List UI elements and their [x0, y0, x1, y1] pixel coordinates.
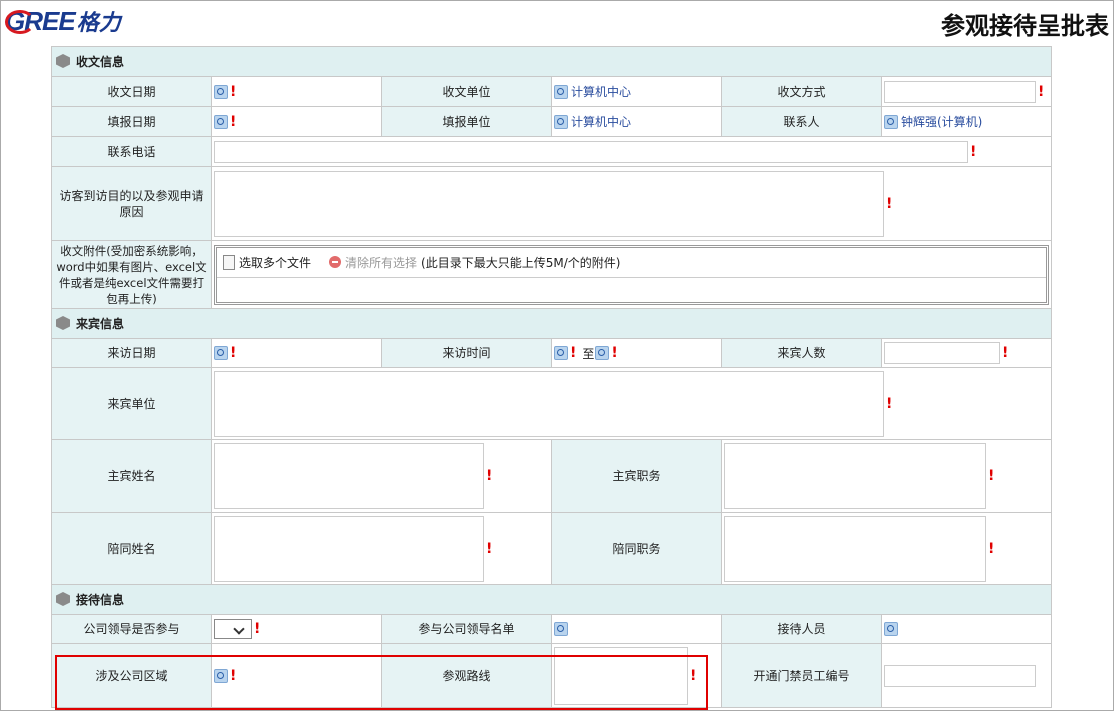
- required-mark: !: [254, 621, 261, 637]
- visitor-unit-label: 来宾单位: [51, 367, 212, 440]
- area-label: 涉及公司区域: [51, 643, 212, 708]
- required-mark: !: [690, 667, 697, 684]
- escort-title-textarea[interactable]: [724, 515, 986, 582]
- required-mark: !: [886, 395, 893, 412]
- receipt-unit-label: 收文单位: [381, 76, 552, 107]
- time-start-picker-icon[interactable]: [554, 346, 568, 360]
- guest-name-textarea[interactable]: [214, 443, 484, 509]
- route-label: 参观路线: [381, 643, 552, 708]
- date-picker-icon[interactable]: [214, 114, 228, 129]
- guest-name-label: 主宾姓名: [51, 439, 212, 513]
- required-mark: !: [886, 195, 893, 212]
- escort-title-label: 陪同职务: [551, 512, 722, 585]
- visitor-unit-textarea[interactable]: [214, 370, 884, 437]
- badge-input[interactable]: [884, 664, 1036, 687]
- required-mark: !: [988, 468, 995, 484]
- fill-unit-value: 计算机中心: [571, 115, 632, 129]
- escort-name-label: 陪同姓名: [51, 512, 212, 585]
- section-title: 来宾信息: [76, 317, 125, 331]
- staff-picker-icon[interactable]: [884, 622, 898, 637]
- area-picker-icon[interactable]: [214, 668, 228, 683]
- cube-icon: [56, 592, 70, 606]
- date-picker-icon[interactable]: [214, 346, 228, 360]
- visit-date-label: 来访日期: [51, 338, 212, 368]
- required-mark: !: [486, 540, 493, 557]
- required-mark: !: [486, 468, 493, 484]
- section-title: 收文信息: [76, 55, 125, 69]
- leader-join-select[interactable]: [214, 619, 252, 639]
- visit-time-label: 来访时间: [381, 338, 552, 368]
- leader-list-label: 参与公司领导名单: [381, 614, 552, 644]
- guest-title-textarea[interactable]: [724, 443, 986, 509]
- escort-name-textarea[interactable]: [214, 515, 484, 582]
- badge-label: 开通门禁员工编号: [721, 643, 882, 708]
- upload-hint: (此目录下最大只能上传5M/个的附件): [421, 255, 621, 270]
- approval-form: 收文信息 收文日期 ! 收文单位 计算机中心 收文方式 ! 填报日期 ! 填报单…: [50, 46, 1053, 708]
- required-mark: !: [1038, 83, 1045, 100]
- unit-picker-icon[interactable]: [554, 84, 568, 99]
- required-mark: !: [230, 113, 237, 130]
- receipt-method-input[interactable]: [884, 80, 1036, 103]
- cube-icon: [56, 316, 70, 330]
- visitor-count-label: 来宾人数: [721, 338, 882, 368]
- phone-label: 联系电话: [51, 136, 212, 167]
- page-title: 参观接待呈批表: [941, 12, 1109, 40]
- required-mark: !: [611, 345, 618, 361]
- section-visitor-header: 来宾信息: [50, 308, 1053, 339]
- contact-picker-icon[interactable]: [884, 114, 898, 129]
- select-files-button[interactable]: 选取多个文件: [239, 254, 311, 271]
- logo-cn: 格力: [76, 10, 121, 36]
- leader-join-label: 公司领导是否参与: [51, 614, 212, 644]
- unit-picker-icon[interactable]: [554, 114, 568, 129]
- time-end-picker-icon[interactable]: [595, 346, 610, 360]
- section-reception-header: 接待信息: [50, 584, 1053, 615]
- required-mark: !: [988, 540, 995, 557]
- attachment-upload-box: 选取多个文件 清除所有选择 (此目录下最大只能上传5M/个的附件): [214, 244, 1050, 305]
- guest-title-label: 主宾职务: [551, 439, 722, 513]
- gree-logo: GREE 格力: [5, 6, 121, 36]
- phone-input[interactable]: [214, 140, 968, 163]
- purpose-textarea[interactable]: [214, 170, 884, 237]
- section-title: 接待信息: [76, 593, 125, 607]
- fill-unit-label: 填报单位: [381, 106, 552, 137]
- attachment-label: 收文附件(受加密系统影响，word中如果有图片、excel文件或者是纯excel…: [51, 240, 212, 309]
- file-icon: [223, 254, 235, 270]
- contact-label: 联系人: [721, 106, 882, 137]
- required-mark: !: [230, 667, 237, 684]
- cube-icon: [56, 54, 70, 68]
- staff-label: 接待人员: [721, 614, 882, 644]
- clear-all-button[interactable]: 清除所有选择: [345, 254, 417, 271]
- receipt-date-label: 收文日期: [51, 76, 212, 107]
- clear-icon: [329, 256, 342, 268]
- required-mark: !: [1002, 345, 1009, 361]
- required-mark: !: [570, 345, 577, 361]
- visitor-count-input[interactable]: [884, 342, 1000, 364]
- section-receipt-header: 收文信息: [50, 46, 1053, 77]
- purpose-label: 访客到访目的以及参观申请原因: [51, 166, 212, 241]
- fill-date-label: 填报日期: [51, 106, 212, 137]
- leader-picker-icon[interactable]: [554, 622, 568, 637]
- receipt-unit-value: 计算机中心: [571, 85, 632, 99]
- route-textarea[interactable]: [554, 646, 688, 705]
- receipt-method-label: 收文方式: [721, 76, 882, 107]
- required-mark: !: [230, 345, 237, 361]
- date-picker-icon[interactable]: [214, 84, 228, 99]
- required-mark: !: [970, 143, 977, 160]
- time-to-label: 至: [582, 346, 595, 361]
- contact-value: 钟辉强(计算机): [901, 115, 983, 129]
- required-mark: !: [230, 83, 237, 100]
